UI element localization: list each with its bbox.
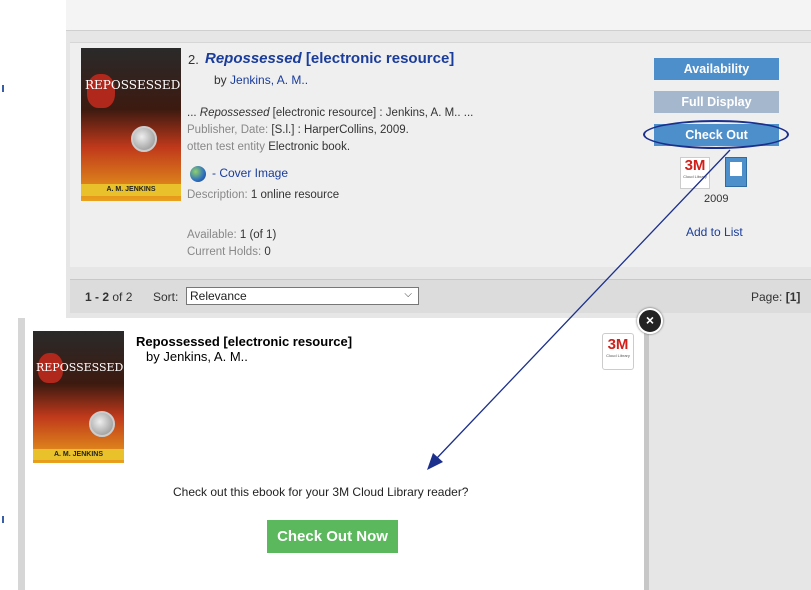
annotation-arrow bbox=[427, 149, 731, 470]
